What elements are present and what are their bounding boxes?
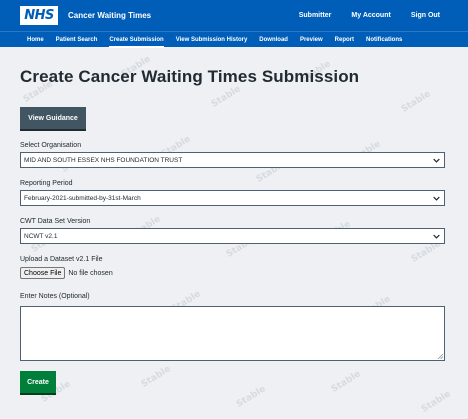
nav-patient-search[interactable]: Patient Search xyxy=(56,32,98,48)
nav-download[interactable]: Download xyxy=(259,32,288,48)
nav-report[interactable]: Report xyxy=(335,32,354,48)
nav-preview[interactable]: Preview xyxy=(300,32,323,48)
main-content: Create Cancer Waiting Times Submission V… xyxy=(20,47,446,393)
chevron-down-icon xyxy=(433,234,440,239)
page-title: Create Cancer Waiting Times Submission xyxy=(20,67,360,86)
notes-textarea[interactable] xyxy=(20,306,445,361)
account-links: Submitter My Account Sign Out xyxy=(279,12,440,19)
organisation-select[interactable]: MID AND SOUTH ESSEX NHS FOUNDATION TRUST xyxy=(20,152,445,168)
site-header: NHS Cancer Waiting Times Submitter My Ac… xyxy=(0,0,468,31)
reporting-period-value: February-2021-submitted-by-31st-March xyxy=(24,194,141,202)
create-button[interactable]: Create xyxy=(20,371,56,393)
chevron-down-icon xyxy=(433,196,440,201)
nav-notifications[interactable]: Notifications xyxy=(366,32,402,48)
view-guidance-button[interactable]: View Guidance xyxy=(20,107,86,129)
file-status: No file chosen xyxy=(68,269,113,277)
primary-nav: Home Patient Search Create Submission Vi… xyxy=(0,31,468,48)
choose-file-button[interactable]: Choose File xyxy=(20,267,66,279)
nhs-logo[interactable]: NHS xyxy=(20,6,58,25)
my-account-link[interactable]: My Account xyxy=(351,12,390,19)
dataset-version-value: NCWT v2.1 xyxy=(24,232,58,240)
reporting-period-label: Reporting Period xyxy=(20,180,73,187)
resize-grip-icon[interactable] xyxy=(437,353,443,359)
nav-home[interactable]: Home xyxy=(27,32,44,48)
organisation-label: Select Organisation xyxy=(20,142,82,149)
sign-out-link[interactable]: Sign Out xyxy=(411,12,440,19)
dataset-version-select[interactable]: NCWT v2.1 xyxy=(20,228,445,244)
file-upload: Choose File No file chosen xyxy=(20,267,446,279)
reporting-period-select[interactable]: February-2021-submitted-by-31st-March xyxy=(20,190,445,206)
app-title: Cancer Waiting Times xyxy=(68,11,152,20)
nav-view-submission-history[interactable]: View Submission History xyxy=(176,32,248,48)
chevron-down-icon xyxy=(433,158,440,163)
nav-create-submission[interactable]: Create Submission xyxy=(109,32,165,48)
organisation-value: MID AND SOUTH ESSEX NHS FOUNDATION TRUST xyxy=(24,156,183,164)
dataset-version-label: CWT Data Set Version xyxy=(20,218,91,225)
watermark-text: Stable xyxy=(419,389,453,415)
upload-label: Upload a Dataset v2.1 File xyxy=(20,256,103,263)
notes-label: Enter Notes (Optional) xyxy=(20,293,90,300)
submitter-link[interactable]: Submitter xyxy=(299,12,332,19)
